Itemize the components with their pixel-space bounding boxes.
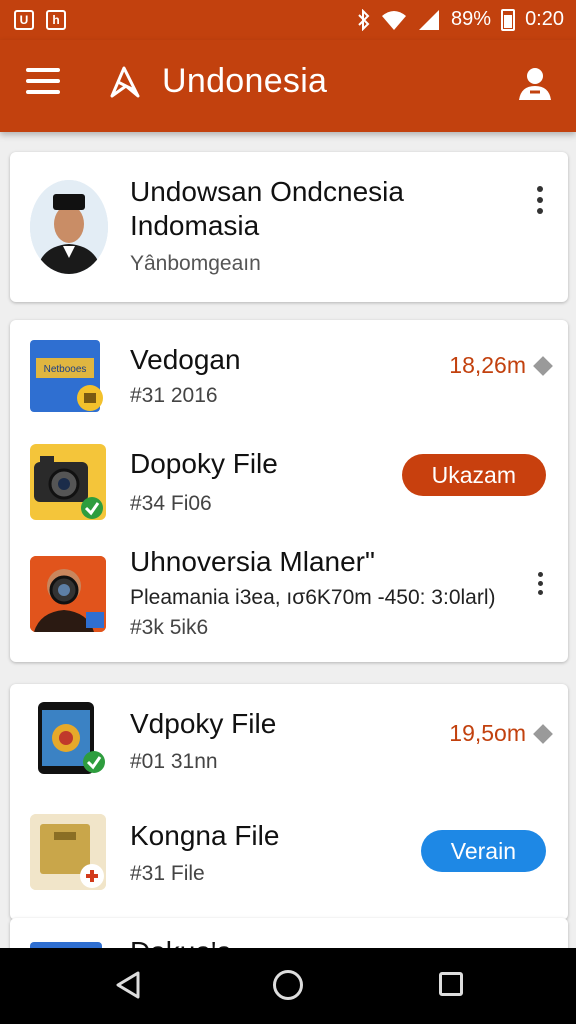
file-meta: #34 Fi06 (130, 492, 212, 515)
file-list-card: Netbooes Vedogan #31 2016 18,26m Dopoky … (10, 320, 568, 662)
app-bar: Undonesia (0, 40, 576, 132)
diamond-icon (533, 355, 553, 376)
diamond-icon (533, 723, 553, 744)
list-item[interactable]: Netbooes Vedogan #31 2016 18,26m (10, 330, 568, 430)
list-item[interactable]: Vdpoky File #01 31nn 19,5om (10, 694, 568, 794)
profile-subtitle: Yânbomgeaın (130, 252, 261, 275)
menu-icon[interactable] (26, 68, 60, 96)
more-options-icon[interactable] (536, 572, 544, 602)
list-item[interactable]: Dopoky File #34 Fi06 Ukazam (10, 438, 568, 538)
file-list-card-2: Vdpoky File #01 31nn 19,5om Kongna File … (10, 684, 568, 920)
bluetooth-icon (358, 8, 370, 31)
status-bar: U h 89% 0:20 (0, 0, 576, 40)
avatar (30, 180, 108, 274)
navigation-bar (0, 948, 576, 1024)
app-logo-icon (110, 66, 140, 98)
file-size-value: 18,26m (449, 352, 526, 378)
tablet-thumbnail (30, 700, 106, 776)
file-size-value: 19,5om (449, 720, 526, 746)
file-title: Vdpoky File (130, 708, 277, 739)
battery-percent: 89% (451, 8, 492, 30)
folder-thumbnail (30, 814, 106, 890)
profile-name-line2: Indomasia (130, 210, 260, 241)
clock: 0:20 (525, 8, 564, 30)
verain-button[interactable]: Verain (420, 830, 546, 872)
file-meta: #01 31nn (130, 750, 218, 773)
file-size: 19,5om (449, 720, 553, 747)
profile-name-line1: Undowsan Ondcnesia (130, 176, 404, 207)
file-title: Kongna File (130, 820, 280, 851)
photographer-thumbnail (30, 556, 106, 632)
list-item[interactable]: Kongna File #31 File Verain (10, 806, 568, 906)
file-detail: Pleamania i3ea, ıσ6K70m -450: 3:0larl) (130, 586, 496, 609)
svg-text:Netbooes: Netbooes (44, 364, 87, 375)
signal-icon (419, 9, 440, 30)
notification-icon: U (14, 10, 34, 30)
recent-apps-icon[interactable] (439, 972, 463, 996)
file-title: Uhnoversia Mlaner" (130, 546, 375, 577)
profile-card[interactable]: Undowsan Ondcnesia Indomasia Yânbomgeaın (10, 152, 568, 302)
more-options-icon[interactable] (536, 186, 544, 220)
file-title: Dopoky File (130, 448, 278, 479)
camera-thumbnail (30, 444, 106, 520)
battery-icon (501, 8, 516, 31)
app-title: Undonesia (162, 62, 328, 100)
back-icon[interactable] (114, 970, 142, 1000)
home-icon[interactable] (273, 970, 303, 1000)
account-icon[interactable] (516, 64, 554, 102)
wifi-icon (382, 10, 407, 30)
file-title: Vedogan (130, 344, 241, 375)
list-item[interactable]: Uhnoversia Mlaner" Pleamania i3ea, ıσ6K7… (10, 546, 568, 658)
file-meta: #31 2016 (130, 384, 218, 407)
ukazam-button[interactable]: Ukazam (401, 454, 546, 496)
book-thumbnail: Netbooes (30, 338, 106, 414)
file-meta: #31 File (130, 862, 205, 885)
image-notification-icon: h (46, 10, 66, 30)
file-meta: #3k 5ik6 (130, 616, 209, 639)
file-size: 18,26m (449, 352, 553, 379)
